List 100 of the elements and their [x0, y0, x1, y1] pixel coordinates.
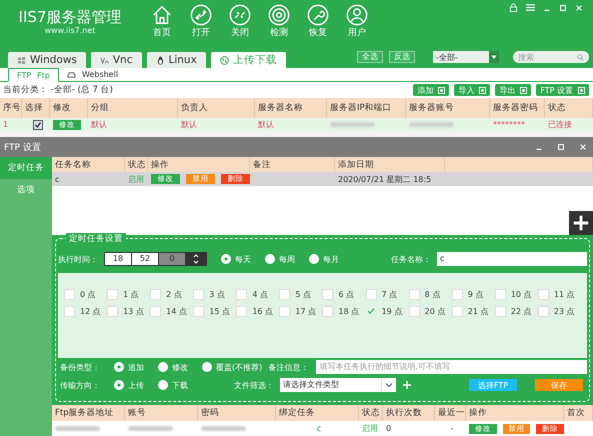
hour-checkbox[interactable]: 0 点 [64, 289, 108, 300]
square-icon [578, 86, 585, 94]
choose-ftp-button[interactable]: 选择FTP [469, 379, 517, 391]
field-label: 传输方向： [60, 380, 100, 390]
hour-checkbox[interactable]: 9 点 [452, 289, 495, 300]
logo-url: www.iis7.net [44, 26, 96, 36]
section-title: 定时任务设置 [66, 233, 126, 245]
invert-selection-button[interactable]: 反选 [389, 51, 415, 63]
nav-button[interactable]: 恢复 [302, 4, 334, 40]
nav-button[interactable]: 用户 [341, 4, 373, 40]
redacted-text [128, 426, 173, 431]
nav-button[interactable]: 检测 [263, 4, 295, 40]
frequency-radio[interactable]: 每周 [265, 254, 295, 264]
maximize-icon[interactable] [557, 143, 565, 151]
tab[interactable]: 上传下载 [210, 52, 286, 68]
transfer-icon [220, 56, 229, 64]
action-button[interactable]: 添加 [413, 84, 450, 96]
table-cell-text: 默认 [257, 119, 275, 130]
table-cell-text: ******** [492, 120, 526, 129]
table-cell-text: - [450, 424, 454, 433]
field-label: 备注信息： [268, 362, 308, 372]
hour-checkbox[interactable]: 22 点 [494, 306, 538, 317]
hour-checkbox[interactable]: 11 点 [538, 289, 581, 300]
square-icon [479, 86, 486, 94]
task-name-field[interactable]: c [437, 252, 587, 266]
group-dropdown[interactable]: -全部- [433, 51, 499, 63]
action-button[interactable]: 导出 [495, 84, 532, 96]
hour-checkbox[interactable]: 5 点 [279, 289, 322, 300]
hour-checkbox[interactable]: 2 点 [150, 289, 194, 300]
add-icon[interactable] [569, 211, 593, 235]
field-label: 备份类型： [60, 362, 100, 372]
lock-icon[interactable] [509, 3, 518, 12]
file-type-dropdown[interactable]: 请选择文件类型 [280, 378, 396, 392]
direction-radio[interactable]: 上传 [114, 380, 144, 390]
select-all-button[interactable]: 全选 [357, 51, 383, 63]
action-button[interactable]: 导入 [454, 84, 490, 96]
redacted-text [55, 426, 100, 431]
house-icon [151, 4, 173, 26]
square-icon [520, 86, 528, 94]
sidebar-item[interactable]: 选项 [0, 179, 52, 201]
search-field[interactable]: 搜索 [513, 51, 589, 63]
sidebar-item[interactable]: 定时任务 [0, 157, 52, 179]
maximize-icon[interactable] [559, 4, 567, 12]
tab[interactable]: Windows [8, 52, 86, 68]
table-cell-text: 已连接 [547, 119, 573, 130]
broken-link-icon [229, 4, 251, 26]
note-field[interactable]: 填写本任务执行的细节说明,可不填写 [316, 360, 587, 374]
table-cell-text: 0 [385, 424, 392, 433]
save-button[interactable]: 保存 [535, 379, 583, 391]
close-icon[interactable] [575, 4, 583, 12]
table-cell-text: 默认 [90, 119, 108, 130]
hour-checkbox[interactable]: 4 点 [236, 289, 280, 300]
sub-tab[interactable]: Webshell [59, 68, 126, 81]
menu-icon[interactable] [526, 3, 535, 12]
windows-icon [17, 56, 26, 64]
redacted-text [201, 426, 246, 431]
current-category: 当前分类： -全部- (总 7 台) [3, 84, 113, 96]
nav-button[interactable]: 打开 [185, 4, 217, 40]
hour-checkbox[interactable]: 16 点 [236, 306, 280, 317]
hour-checkbox[interactable]: 7 点 [366, 289, 409, 300]
hour-checkbox[interactable]: 13 点 [107, 306, 150, 317]
second-field[interactable]: 0 [159, 253, 185, 265]
hour-checkbox[interactable]: 14 点 [150, 306, 194, 317]
minute-field[interactable]: 52 [132, 253, 158, 265]
check-icon [366, 307, 375, 315]
frequency-radio[interactable]: 每月 [309, 254, 339, 264]
checkbox[interactable] [32, 120, 42, 130]
direction-radio[interactable]: 下载 [158, 380, 188, 390]
table-cell-text: 默认 [180, 119, 198, 130]
hour-field[interactable]: 18 [105, 253, 131, 265]
table-cell-text: 2020/07/21 星期二 18:5 [337, 174, 432, 184]
nav-button[interactable]: 首页 [146, 4, 178, 40]
close-icon[interactable] [579, 143, 587, 151]
field-label: 执行时间： [58, 254, 98, 264]
hour-checkbox[interactable]: 6 点 [322, 289, 366, 300]
hour-checkbox[interactable]: 1 点 [107, 289, 150, 300]
hour-checkbox[interactable]: 19 点 [366, 306, 409, 317]
redacted-text [330, 122, 375, 127]
tab[interactable]: Vnc [90, 52, 142, 68]
hour-checkbox[interactable]: 20 点 [408, 306, 452, 317]
sub-tab[interactable]: FTP Ftp [8, 68, 59, 82]
backup-type-radio[interactable]: 追加 [114, 362, 144, 372]
redacted-text [409, 122, 454, 127]
hour-checkbox[interactable]: 12 点 [64, 306, 108, 317]
hour-checkbox[interactable]: 17 点 [279, 306, 322, 317]
hour-checkbox[interactable]: 21 点 [452, 306, 495, 317]
hour-checkbox[interactable]: 15 点 [193, 306, 236, 317]
square-icon [438, 86, 446, 94]
hour-checkbox[interactable]: 23 点 [538, 306, 581, 317]
hour-checkbox[interactable]: 8 点 [408, 289, 452, 300]
hour-checkbox[interactable]: 3 点 [193, 289, 236, 300]
frequency-radio[interactable]: 每天 [221, 254, 251, 264]
hour-checkbox[interactable]: 18 点 [322, 306, 366, 317]
action-button[interactable]: FTP 设置 [536, 84, 589, 96]
link-icon [190, 4, 212, 26]
nav-button[interactable]: 关闭 [224, 4, 256, 40]
tab[interactable]: Linux [146, 52, 206, 68]
backup-type-radio[interactable]: 修改 [158, 362, 188, 372]
backup-type-radio[interactable]: 覆盖(不推荐) [202, 362, 262, 372]
hour-checkbox[interactable]: 10 点 [494, 289, 538, 300]
